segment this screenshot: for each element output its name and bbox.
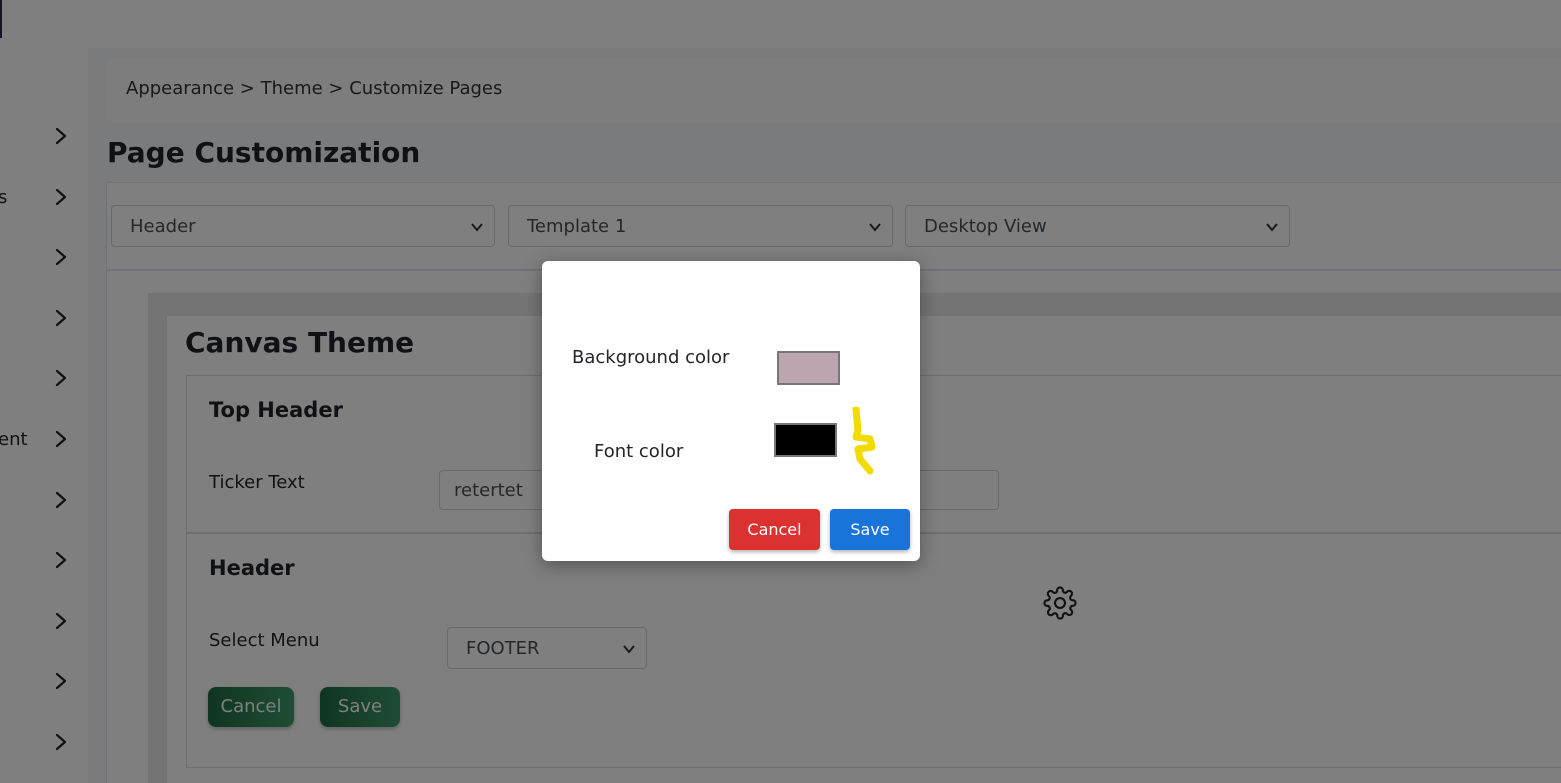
modal-cancel-button[interactable]: Cancel (729, 509, 820, 550)
font-color-swatch[interactable] (774, 423, 837, 457)
modal-save-button[interactable]: Save (830, 509, 910, 550)
background-color-label: Background color (572, 347, 730, 368)
color-picker-modal: Background color Font color Cancel Save (542, 261, 920, 561)
highlight-marker-icon (846, 407, 880, 475)
background-color-swatch[interactable] (777, 351, 840, 385)
app-root: sent Appearance > Theme > Customize Page… (0, 0, 1561, 783)
font-color-label: Font color (594, 441, 684, 462)
